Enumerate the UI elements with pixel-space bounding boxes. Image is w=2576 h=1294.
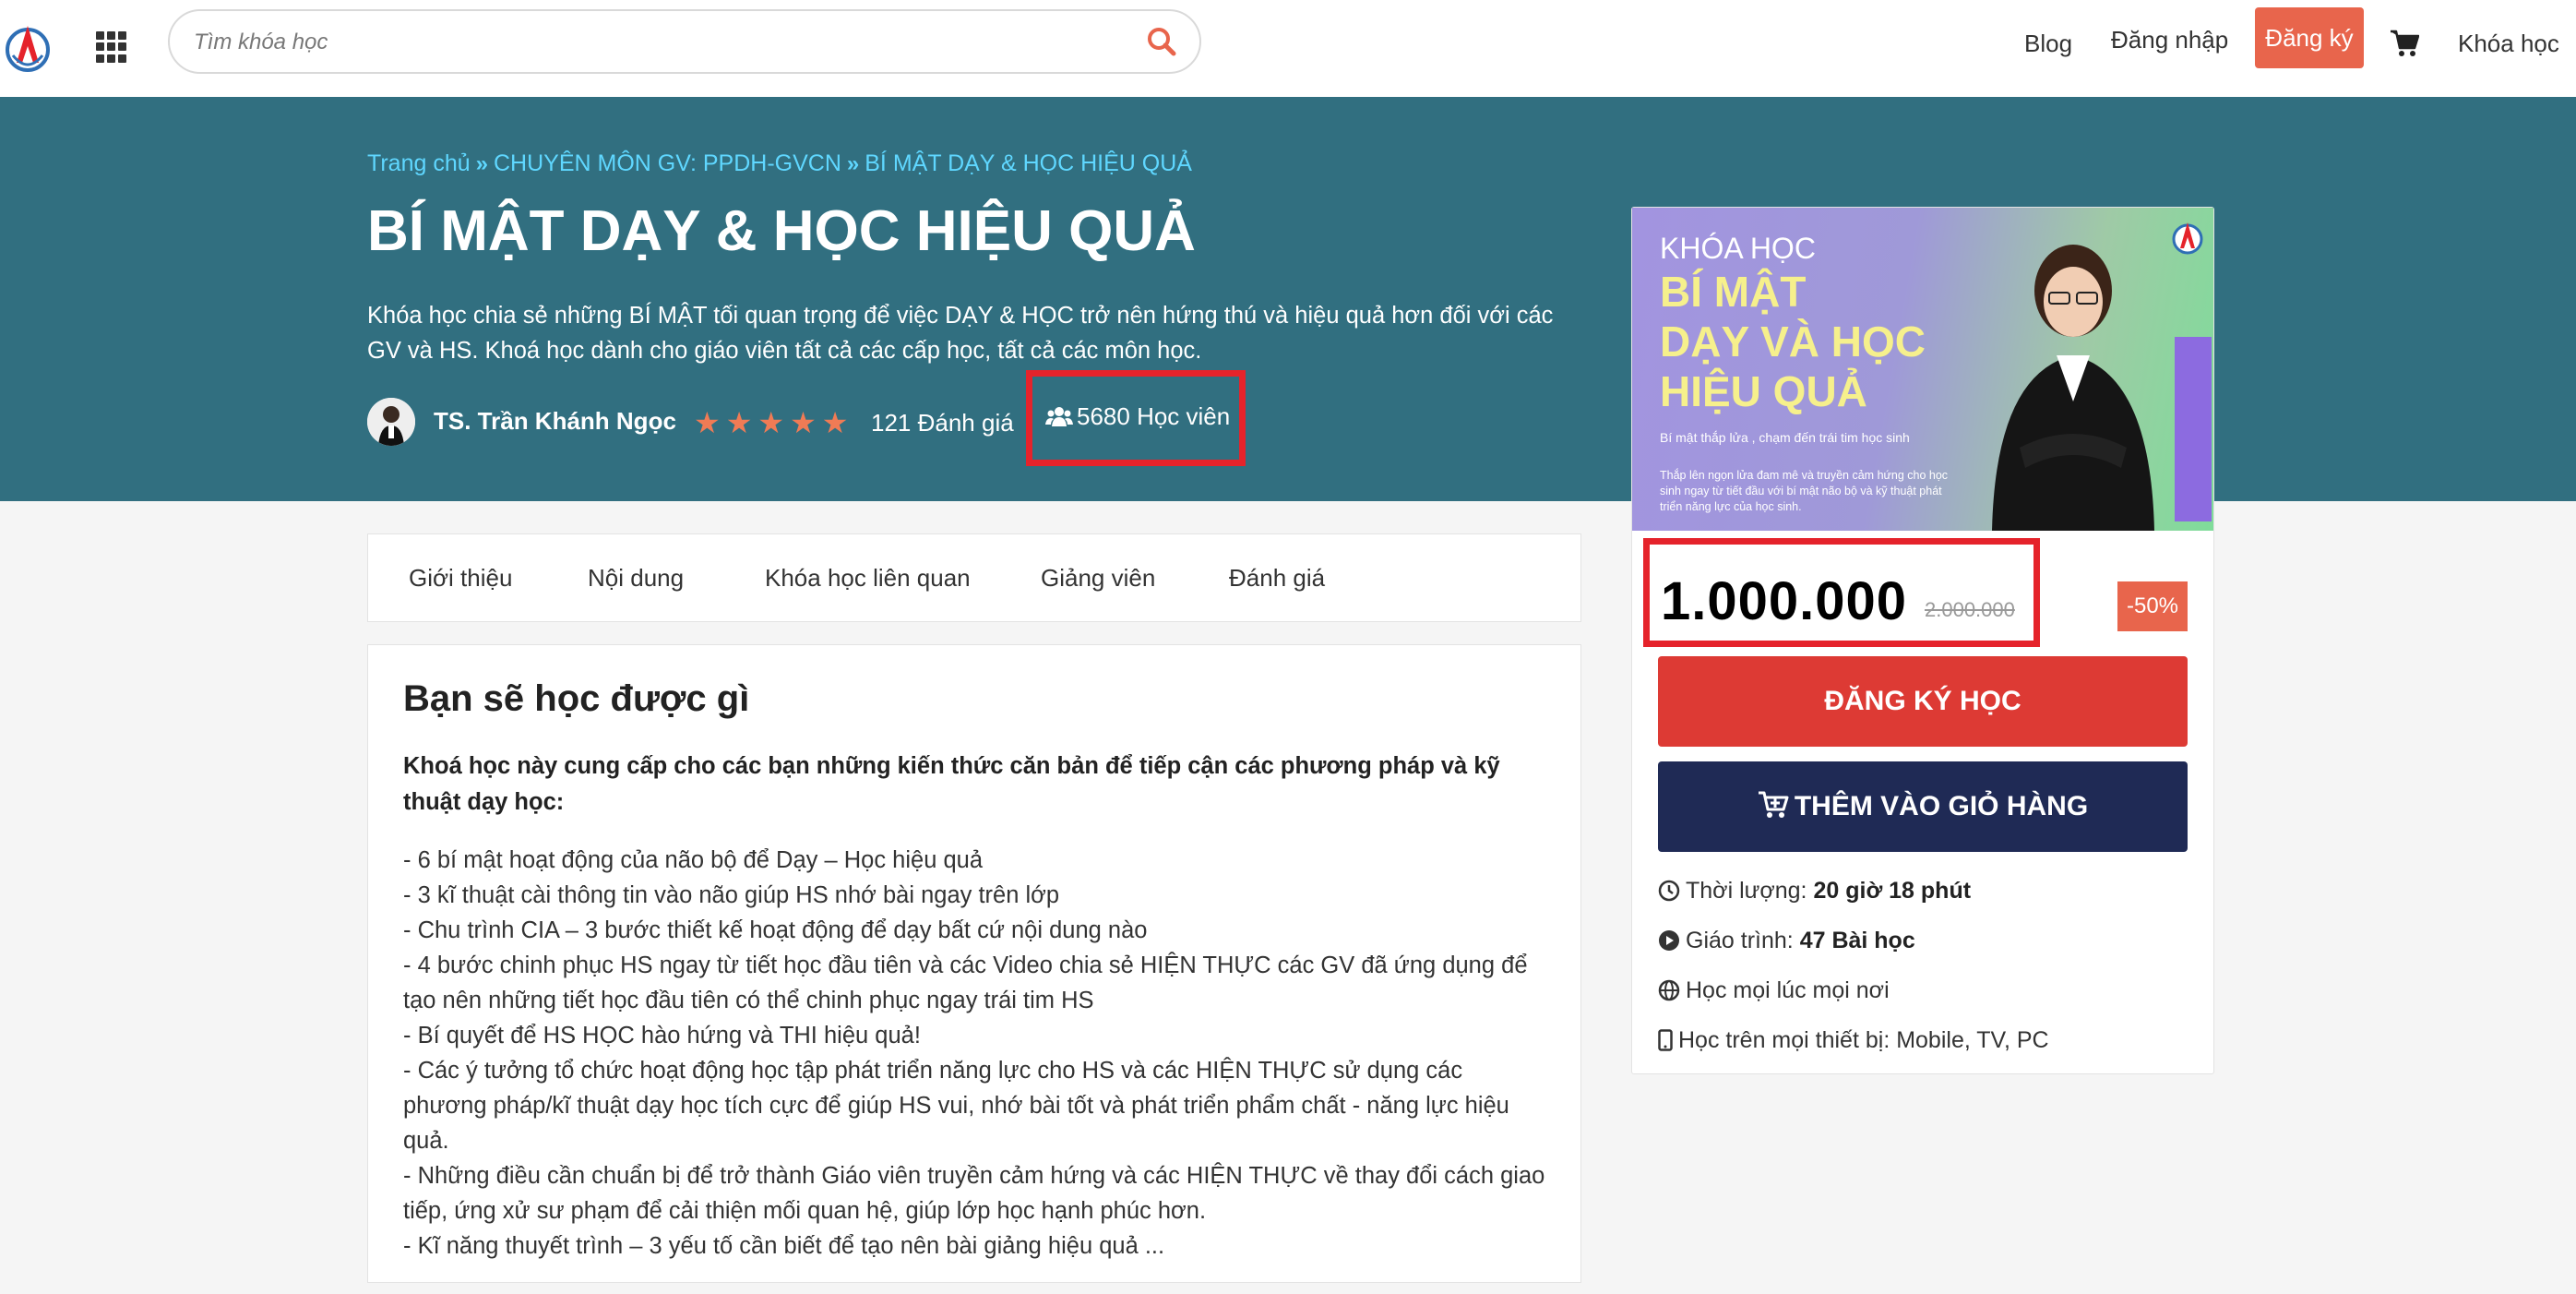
search-bar xyxy=(168,9,1201,74)
globe-icon xyxy=(1658,979,1680,1001)
students-highlight-box: 5680 Học viên xyxy=(1026,370,1246,466)
breadcrumb-current[interactable]: BÍ MẬT DẠY & HỌC HIỆU QUẢ xyxy=(865,150,1192,176)
tab-instructor[interactable]: Giảng viên xyxy=(1041,564,1155,593)
enroll-button[interactable]: ĐĂNG KÝ HỌC xyxy=(1658,656,2188,747)
play-circle-icon xyxy=(1659,930,1679,951)
star-icon: ★ xyxy=(790,406,817,439)
discount-badge: -50% xyxy=(2117,581,2188,631)
breadcrumb-home[interactable]: Trang chủ xyxy=(367,150,471,176)
students-count: 5680 Học viên xyxy=(1077,402,1231,430)
site-logo[interactable] xyxy=(4,18,52,76)
cart-icon[interactable] xyxy=(2390,30,2420,57)
list-item: - Những điều cần chuẩn bị để trở thành G… xyxy=(403,1163,1545,1224)
price-highlight-box: 1.000.000 2.000.000 xyxy=(1643,538,2040,647)
tab-intro[interactable]: Giới thiệu xyxy=(409,564,512,593)
thumbnail-title: BÍ MẬT DẠY VÀ HỌC HIỆU QUẢ xyxy=(1660,268,1926,415)
tab-reviews[interactable]: Đánh giá xyxy=(1229,564,1325,593)
course-description: Khóa học chia sẻ những BÍ MẬT tối quan t… xyxy=(367,303,1554,364)
course-title: BÍ MẬT DẠY & HỌC HIỆU QUẢ xyxy=(367,199,1196,263)
instructor-photo xyxy=(1992,245,2154,531)
course-tabs: Giới thiệu Nội dung Khóa học liên quan G… xyxy=(367,533,1581,622)
breadcrumb-separator-icon: » xyxy=(475,151,488,176)
thumbnail-tagline: Bí mật thắp lửa , chạm đến trái tim học … xyxy=(1660,430,1910,445)
thumbnail-subtext: Thắp lên ngọn lửa đam mê và truyền cảm h… xyxy=(1660,469,1949,513)
lessons-info: Giáo trình: 47 Bài học xyxy=(1658,928,1915,954)
nav-blog-link[interactable]: Blog xyxy=(2024,24,2072,63)
list-item: - Bí quyết để HS HỌC hào hứng và THI hiệ… xyxy=(403,1023,921,1048)
list-item: - Chu trình CIA – 3 bước thiết kế hoạt đ… xyxy=(403,917,1148,943)
star-icon: ★ xyxy=(694,406,721,439)
original-price: 2.000.000 xyxy=(1925,598,2015,621)
add-to-cart-button[interactable]: THÊM VÀO GIỎ HÀNG xyxy=(1658,761,2188,852)
learning-list: - 6 bí mật hoạt động của não bộ để Dạy –… xyxy=(403,843,1547,1264)
thumbnail-logo-icon xyxy=(2172,222,2203,255)
star-icon: ★ xyxy=(725,406,753,439)
list-item: - 6 bí mật hoạt động của não bộ để Dạy –… xyxy=(403,847,984,873)
section-intro: Khoá học này cung cấp cho các bạn những … xyxy=(403,753,1500,815)
signup-button[interactable]: Đăng ký xyxy=(2255,7,2364,68)
breadcrumb: Trang chủ» CHUYÊN MÔN GV: PPDH-GVCN» BÍ MẬ… xyxy=(367,150,1192,177)
nav-login-link[interactable]: Đăng nhập xyxy=(2111,20,2228,59)
breadcrumb-category[interactable]: CHUYÊN MÔN GV: PPDH-GVCN xyxy=(494,150,841,176)
add-to-cart-label: THÊM VÀO GIỎ HÀNG xyxy=(1794,791,2089,821)
rating-stars: ★ ★ ★ ★ ★ xyxy=(694,405,853,440)
search-input[interactable] xyxy=(192,11,1100,74)
cart-plus-icon xyxy=(1758,791,1789,818)
star-icon: ★ xyxy=(821,406,849,439)
thumbnail-label: KHÓA HỌC xyxy=(1660,232,1816,265)
instructor-avatar[interactable] xyxy=(367,398,415,446)
list-item: - Kĩ năng thuyết trình – 3 yếu tố cần bi… xyxy=(403,1233,1165,1259)
list-item: - Các ý tưởng tổ chức hoạt động học tập … xyxy=(403,1058,1509,1154)
course-thumbnail[interactable]: KHÓA HỌC BÍ MẬT DẠY VÀ HỌC HIỆU QUẢ Bí m… xyxy=(1632,208,2213,531)
nav-courses-link[interactable]: Khóa học xyxy=(2458,24,2559,63)
breadcrumb-separator-icon: » xyxy=(846,151,860,176)
tab-content[interactable]: Nội dung xyxy=(588,564,684,593)
clock-icon xyxy=(1658,880,1680,902)
current-price: 1.000.000 xyxy=(1661,571,1908,631)
mobile-icon xyxy=(1658,1029,1673,1051)
apps-grid-icon[interactable] xyxy=(96,31,127,63)
star-icon: ★ xyxy=(757,406,785,439)
section-heading: Bạn sẽ học được gì xyxy=(403,678,750,719)
devices-info: Học trên mọi thiết bị: Mobile, TV, PC xyxy=(1658,1027,2049,1054)
users-icon xyxy=(1045,407,1073,426)
anytime-info: Học mọi lúc mọi nơi xyxy=(1658,977,1890,1004)
top-navbar: Blog Đăng nhập Đăng ký Khóa học xyxy=(0,0,2576,97)
duration-info: Thời lượng: 20 giờ 18 phút xyxy=(1658,878,1971,905)
course-purchase-card: KHÓA HỌC BÍ MẬT DẠY VÀ HỌC HIỆU QUẢ Bí m… xyxy=(1631,207,2214,1074)
list-item: - 3 kĩ thuật cài thông tin vào não giúp … xyxy=(403,882,1060,908)
instructor-name[interactable]: TS. Trần Khánh Ngọc xyxy=(434,407,676,436)
list-item: - 4 bước chinh phục HS ngay từ tiết học … xyxy=(403,953,1528,1013)
search-icon[interactable] xyxy=(1146,26,1177,57)
tab-related-courses[interactable]: Khóa học liên quan xyxy=(765,564,971,593)
what-you-learn-section: Bạn sẽ học được gì Khoá học này cung cấp… xyxy=(367,644,1581,1283)
rating-count: 121 Đánh giá xyxy=(871,409,1014,437)
